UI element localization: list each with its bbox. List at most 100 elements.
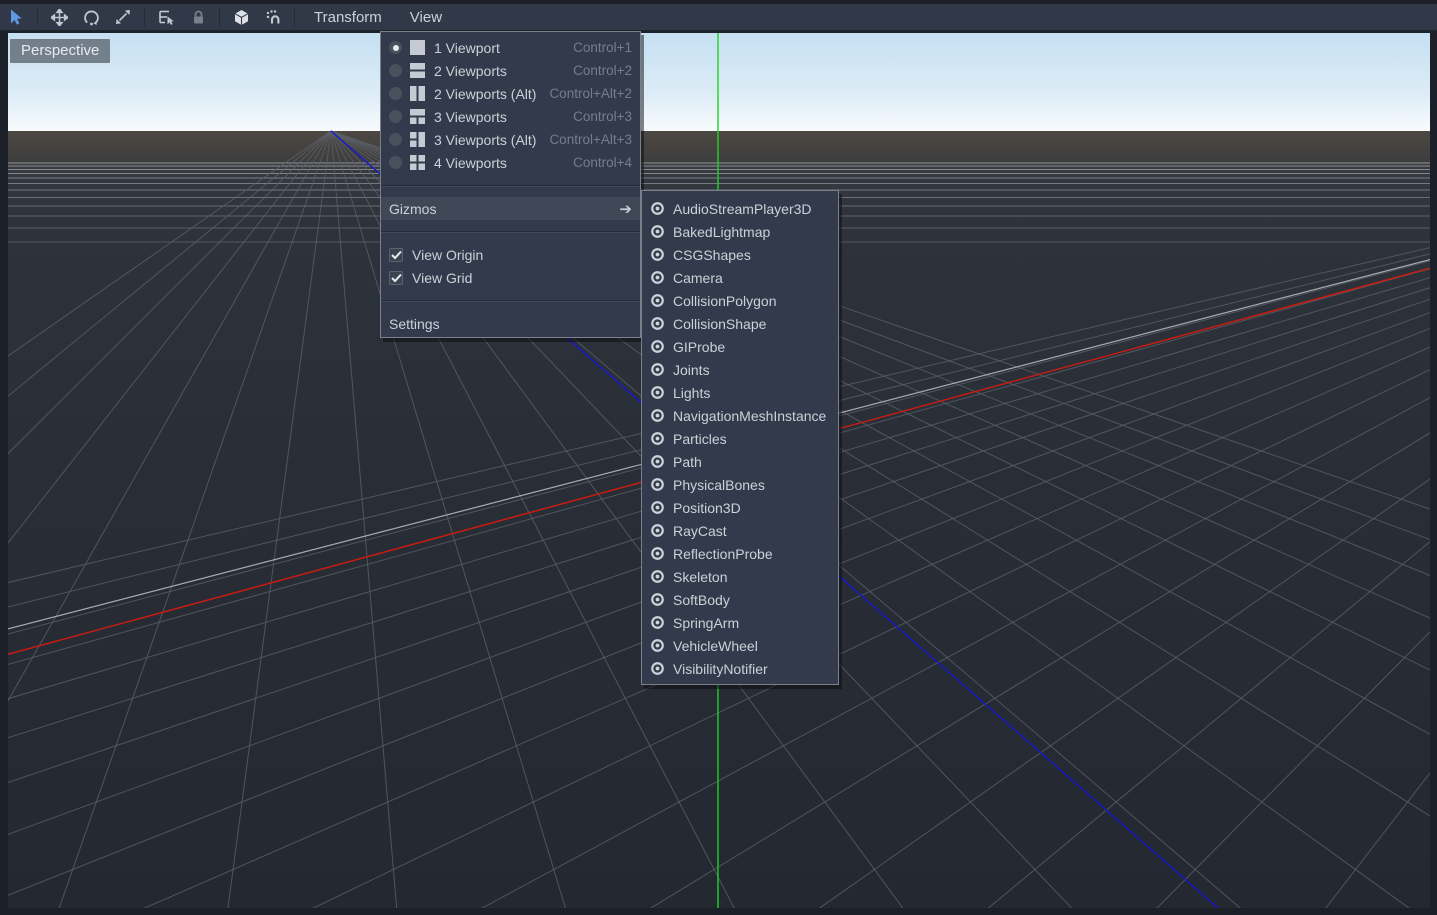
sky <box>8 33 1430 131</box>
select-arrow-icon <box>8 9 24 25</box>
view-menu-button[interactable]: View <box>396 4 456 31</box>
select-mode-list-button[interactable] <box>151 5 181 29</box>
gizmo-item-visibilitynotifier[interactable]: VisibilityNotifier <box>642 657 838 680</box>
visibility-eye-icon <box>650 592 665 607</box>
visibility-eye-icon <box>650 477 665 492</box>
radio-icon <box>389 64 402 77</box>
gizmo-item-physicalbones[interactable]: PhysicalBones <box>642 473 838 496</box>
gizmo-item-navigationmeshinstance[interactable]: NavigationMeshInstance <box>642 404 838 427</box>
submenu-arrow-icon: ➔ <box>619 200 632 218</box>
visibility-eye-icon <box>650 661 665 676</box>
shortcut-label: Control+4 <box>573 155 632 170</box>
menu-item-3-viewports-alt[interactable]: 3 Viewports (Alt) Control+Alt+3 <box>381 128 640 151</box>
menu-item-view-origin[interactable]: View Origin <box>381 243 640 266</box>
menu-separator <box>381 220 640 243</box>
menu-item-2-viewports[interactable]: 2 Viewports Control+2 <box>381 59 640 82</box>
gizmo-item-softbody[interactable]: SoftBody <box>642 588 838 611</box>
gizmo-item-collisionpolygon[interactable]: CollisionPolygon <box>642 289 838 312</box>
shortcut-label: Control+3 <box>573 109 632 124</box>
menu-separator <box>381 174 640 197</box>
toolbar-separator <box>37 8 38 26</box>
window-right-edge <box>1430 31 1437 915</box>
visibility-eye-icon <box>650 293 665 308</box>
toolbar-separator <box>144 8 145 26</box>
gizmo-item-path[interactable]: Path <box>642 450 838 473</box>
viewport-layout-1-icon <box>410 40 425 55</box>
visibility-eye-icon <box>650 454 665 469</box>
gizmo-item-lights[interactable]: Lights <box>642 381 838 404</box>
gizmo-item-position3d[interactable]: Position3D <box>642 496 838 519</box>
gizmo-item-csgshapes[interactable]: CSGShapes <box>642 243 838 266</box>
visibility-eye-icon <box>650 523 665 538</box>
lock-icon <box>191 10 206 25</box>
gizmo-item-particles[interactable]: Particles <box>642 427 838 450</box>
radio-icon <box>389 87 402 100</box>
shortcut-label: Control+1 <box>573 40 632 55</box>
viewport-layout-3alt-icon <box>410 132 425 147</box>
viewport-layout-2h-icon <box>410 63 425 78</box>
projection-label[interactable]: Perspective <box>10 39 110 63</box>
gizmo-item-bakedlightmap[interactable]: BakedLightmap <box>642 220 838 243</box>
gizmo-item-audiostreamplayer3d[interactable]: AudioStreamPlayer3D <box>642 197 838 220</box>
viewport-layout-3-icon <box>410 109 425 124</box>
radio-icon <box>389 133 402 146</box>
window-bottom-edge <box>0 908 1437 915</box>
visibility-eye-icon <box>650 362 665 377</box>
visibility-eye-icon <box>650 431 665 446</box>
horizon-fog <box>8 131 1430 183</box>
gizmo-item-giprobe[interactable]: GIProbe <box>642 335 838 358</box>
radio-icon <box>389 156 402 169</box>
shortcut-label: Control+Alt+3 <box>549 132 632 147</box>
menu-item-gizmos[interactable]: Gizmos ➔ <box>381 197 640 220</box>
toolbar-separator <box>219 8 220 26</box>
rotate-tool-button[interactable] <box>76 5 106 29</box>
checkbox-checked-icon <box>389 248 403 262</box>
menu-separator <box>381 289 640 312</box>
rotate-icon <box>83 9 100 26</box>
gizmos-submenu-popup: AudioStreamPlayer3DBakedLightmapCSGShape… <box>641 190 839 685</box>
move-tool-button[interactable] <box>44 5 74 29</box>
visibility-eye-icon <box>650 247 665 262</box>
visibility-eye-icon <box>650 615 665 630</box>
visibility-eye-icon <box>650 270 665 285</box>
mesh-options-button[interactable] <box>226 5 256 29</box>
lock-button[interactable] <box>183 5 213 29</box>
menu-item-3-viewports[interactable]: 3 Viewports Control+3 <box>381 105 640 128</box>
gizmo-item-camera[interactable]: Camera <box>642 266 838 289</box>
scale-icon <box>115 9 131 25</box>
menu-item-view-grid[interactable]: View Grid <box>381 266 640 289</box>
visibility-eye-icon <box>650 546 665 561</box>
spatial-toolbar: Transform View <box>0 4 1437 31</box>
visibility-eye-icon <box>650 224 665 239</box>
visibility-eye-icon <box>650 385 665 400</box>
gizmo-item-vehiclewheel[interactable]: VehicleWheel <box>642 634 838 657</box>
menu-item-2-viewports-alt[interactable]: 2 Viewports (Alt) Control+Alt+2 <box>381 82 640 105</box>
radio-selected-icon <box>389 41 402 54</box>
select-tool-button[interactable] <box>1 5 31 29</box>
visibility-eye-icon <box>650 201 665 216</box>
gizmo-item-springarm[interactable]: SpringArm <box>642 611 838 634</box>
checkbox-checked-icon <box>389 271 403 285</box>
visibility-eye-icon <box>650 500 665 515</box>
move-icon <box>51 9 68 26</box>
visibility-eye-icon <box>650 316 665 331</box>
gizmo-item-joints[interactable]: Joints <box>642 358 838 381</box>
snap-icon <box>265 9 282 26</box>
snap-button[interactable] <box>258 5 288 29</box>
list-select-icon <box>158 9 174 25</box>
gizmo-item-skeleton[interactable]: Skeleton <box>642 565 838 588</box>
gizmo-item-reflectionprobe[interactable]: ReflectionProbe <box>642 542 838 565</box>
menu-item-4-viewports[interactable]: 4 Viewports Control+4 <box>381 151 640 174</box>
menu-item-settings[interactable]: Settings <box>381 312 640 335</box>
transform-menu-button[interactable]: Transform <box>300 4 396 31</box>
gizmo-item-collisionshape[interactable]: CollisionShape <box>642 312 838 335</box>
view-menu-popup: 1 Viewport Control+1 2 Viewports Control… <box>380 31 641 338</box>
scale-tool-button[interactable] <box>108 5 138 29</box>
gizmo-item-raycast[interactable]: RayCast <box>642 519 838 542</box>
menu-item-1-viewport[interactable]: 1 Viewport Control+1 <box>381 36 640 59</box>
visibility-eye-icon <box>650 569 665 584</box>
toolbar-separator <box>294 8 295 26</box>
shortcut-label: Control+2 <box>573 63 632 78</box>
visibility-eye-icon <box>650 638 665 653</box>
viewport-layout-4-icon <box>410 155 425 170</box>
